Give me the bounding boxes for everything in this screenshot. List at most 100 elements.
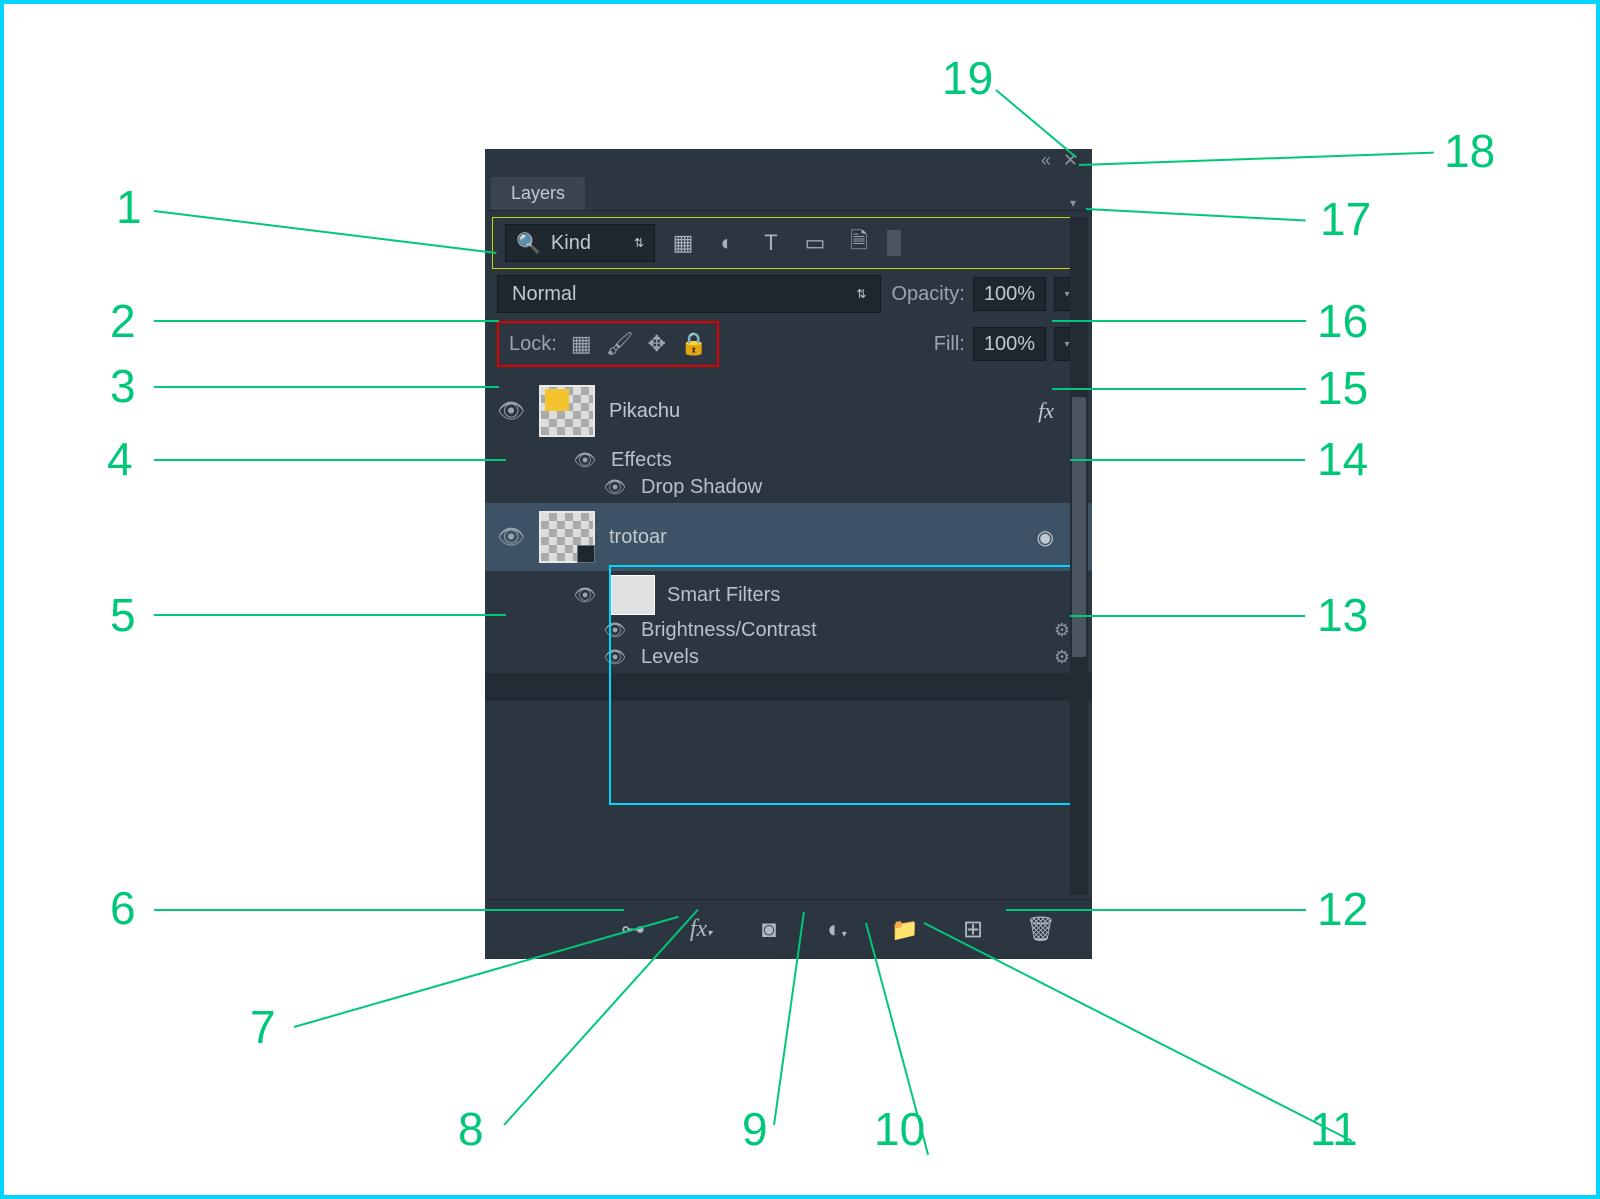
annotation-number: 10 <box>874 1102 925 1156</box>
annotation-number: 18 <box>1444 124 1495 178</box>
annotation-line <box>1052 388 1306 390</box>
annotation-number: 12 <box>1317 882 1368 936</box>
lock-position-icon[interactable]: ✥ <box>648 331 666 357</box>
filter-smart-icon[interactable]: 🗎 <box>843 224 875 262</box>
filter-shape-icon[interactable]: ▭ <box>799 230 831 256</box>
filter-kind-dropdown[interactable]: 🔍 Kind ⇅ <box>505 224 655 262</box>
filter-adjustment-icon[interactable]: ◐ <box>711 230 743 256</box>
scrollbar[interactable] <box>1070 217 1088 895</box>
lock-pixels-icon[interactable]: 🖌 <box>606 331 634 357</box>
annotation-number: 15 <box>1317 361 1368 415</box>
new-group-icon[interactable]: 📁 <box>887 917 923 943</box>
annotation-line <box>1079 152 1434 166</box>
opacity-value[interactable]: 100% <box>973 277 1046 311</box>
effect-item[interactable]: 👁 Drop Shadow <box>485 476 1092 499</box>
smart-object-badge-icon <box>577 545 595 563</box>
lock-row: Lock: ▦ 🖌 ✥ 🔒 Fill: 100% ▾ <box>497 321 1080 367</box>
smart-filter-name: Brightness/Contrast <box>641 619 817 642</box>
opacity-label: Opacity: <box>891 283 964 306</box>
annotation-line <box>924 922 1353 1142</box>
fill-label: Fill: <box>934 333 965 356</box>
annotation-number: 2 <box>110 294 136 348</box>
smart-filters-label: Smart Filters <box>667 584 780 607</box>
lock-controls: Lock: ▦ 🖌 ✥ 🔒 <box>497 321 719 367</box>
layer-filter-row: 🔍 Kind ⇅ ▦ ◐ T ▭ 🗎 <box>492 217 1085 269</box>
visibility-icon[interactable]: 👁 <box>497 524 525 550</box>
annotation-number: 19 <box>942 51 993 105</box>
annotation-line <box>154 459 506 461</box>
smart-filter-indicator-icon[interactable]: ◉ <box>1037 525 1054 550</box>
filter-options-icon[interactable]: ⚙ <box>1054 620 1070 641</box>
effect-name: Drop Shadow <box>641 476 762 499</box>
visibility-icon[interactable]: 👁 <box>601 477 629 498</box>
chevron-updown-icon: ⇅ <box>856 287 866 301</box>
panel-tabbar: Layers ▾ <box>485 171 1092 211</box>
adjustment-layer-icon[interactable]: ◐▾ <box>819 916 855 944</box>
filter-kind-label: Kind <box>551 232 591 255</box>
layer-mask-icon[interactable]: ◙ <box>751 916 787 944</box>
annotation-number: 9 <box>742 1102 768 1156</box>
effects-label: Effects <box>611 449 672 472</box>
fill-control: Fill: 100% ▾ <box>934 327 1080 361</box>
blend-mode-dropdown[interactable]: Normal ⇅ <box>497 275 881 313</box>
smart-filter-item[interactable]: 👁 Brightness/Contrast ⚙ <box>485 619 1092 642</box>
layer-thumbnail[interactable] <box>539 511 595 563</box>
annotation-number: 8 <box>458 1102 484 1156</box>
visibility-icon[interactable]: 👁 <box>571 585 599 606</box>
visibility-icon[interactable]: 👁 <box>571 450 599 471</box>
lock-transparency-icon[interactable]: ▦ <box>571 331 592 357</box>
annotation-number: 6 <box>110 881 136 935</box>
smart-filters-header: 👁 Smart Filters <box>485 575 1092 615</box>
collapse-icon[interactable]: « <box>1041 150 1051 171</box>
list-divider <box>485 673 1092 701</box>
annotation-number: 17 <box>1320 192 1371 246</box>
fx-indicator[interactable]: fx <box>1038 398 1054 424</box>
annotation-number: 13 <box>1317 588 1368 642</box>
panel-menu-icon[interactable]: ▾ <box>1070 196 1076 210</box>
layers-list: 👁 Pikachu fx ▾ 👁 Effects 👁 Drop Shadow 👁… <box>485 377 1092 701</box>
search-icon: 🔍 <box>516 231 541 256</box>
panel-bottom-bar: ⊶ fx▾ ◙ ◐▾ 📁 ⊞ 🗑 <box>485 899 1092 959</box>
annotation-number: 5 <box>110 588 136 642</box>
tab-layers[interactable]: Layers <box>491 177 585 210</box>
visibility-icon[interactable]: 👁 <box>497 398 525 424</box>
blend-row: Normal ⇅ Opacity: 100% ▾ <box>485 269 1092 313</box>
visibility-icon[interactable]: 👁 <box>601 647 629 668</box>
opacity-control: Opacity: 100% ▾ <box>891 277 1080 311</box>
filter-type-icon[interactable]: T <box>755 230 787 256</box>
filter-mask-thumbnail[interactable] <box>611 575 655 615</box>
lock-all-icon[interactable]: 🔒 <box>680 331 707 357</box>
annotation-number: 3 <box>110 359 136 413</box>
annotation-line <box>154 320 499 322</box>
annotation-line <box>1006 909 1306 911</box>
filter-options-icon[interactable]: ⚙ <box>1054 647 1070 668</box>
blend-mode-value: Normal <box>512 283 576 306</box>
visibility-icon[interactable]: 👁 <box>601 620 629 641</box>
fill-value[interactable]: 100% <box>973 327 1046 361</box>
layer-name[interactable]: Pikachu <box>609 400 680 423</box>
delete-layer-icon[interactable]: 🗑 <box>1023 915 1059 944</box>
layer-row[interactable]: 👁 Pikachu fx ▾ <box>485 377 1092 445</box>
annotation-line <box>154 386 499 388</box>
annotation-number: 11 <box>1310 1102 1358 1156</box>
layer-thumbnail[interactable] <box>539 385 595 437</box>
panel-titlebar: « ✕ <box>485 149 1092 171</box>
annotation-number: 14 <box>1317 432 1368 486</box>
annotation-number: 16 <box>1317 294 1368 348</box>
annotation-line <box>154 614 506 616</box>
lock-label: Lock: <box>509 333 557 356</box>
filter-toggle-icon[interactable] <box>887 230 901 256</box>
layer-row-selected[interactable]: 👁 trotoar ◉ ▾ <box>485 503 1092 571</box>
filter-pixel-icon[interactable]: ▦ <box>667 230 699 256</box>
annotation-number: 1 <box>116 180 142 234</box>
annotation-line <box>154 909 624 911</box>
annotation-line <box>1052 320 1306 322</box>
smart-filter-name: Levels <box>641 646 699 669</box>
scrollbar-thumb[interactable] <box>1072 397 1086 657</box>
effects-header: 👁 Effects <box>485 449 1092 472</box>
layers-panel: « ✕ Layers ▾ 🔍 Kind ⇅ ▦ ◐ T ▭ 🗎 Normal ⇅… <box>485 149 1092 959</box>
layer-name[interactable]: trotoar <box>609 526 667 549</box>
annotation-line <box>154 210 497 254</box>
smart-filter-item[interactable]: 👁 Levels ⚙ <box>485 646 1092 669</box>
annotation-line <box>1070 459 1305 461</box>
